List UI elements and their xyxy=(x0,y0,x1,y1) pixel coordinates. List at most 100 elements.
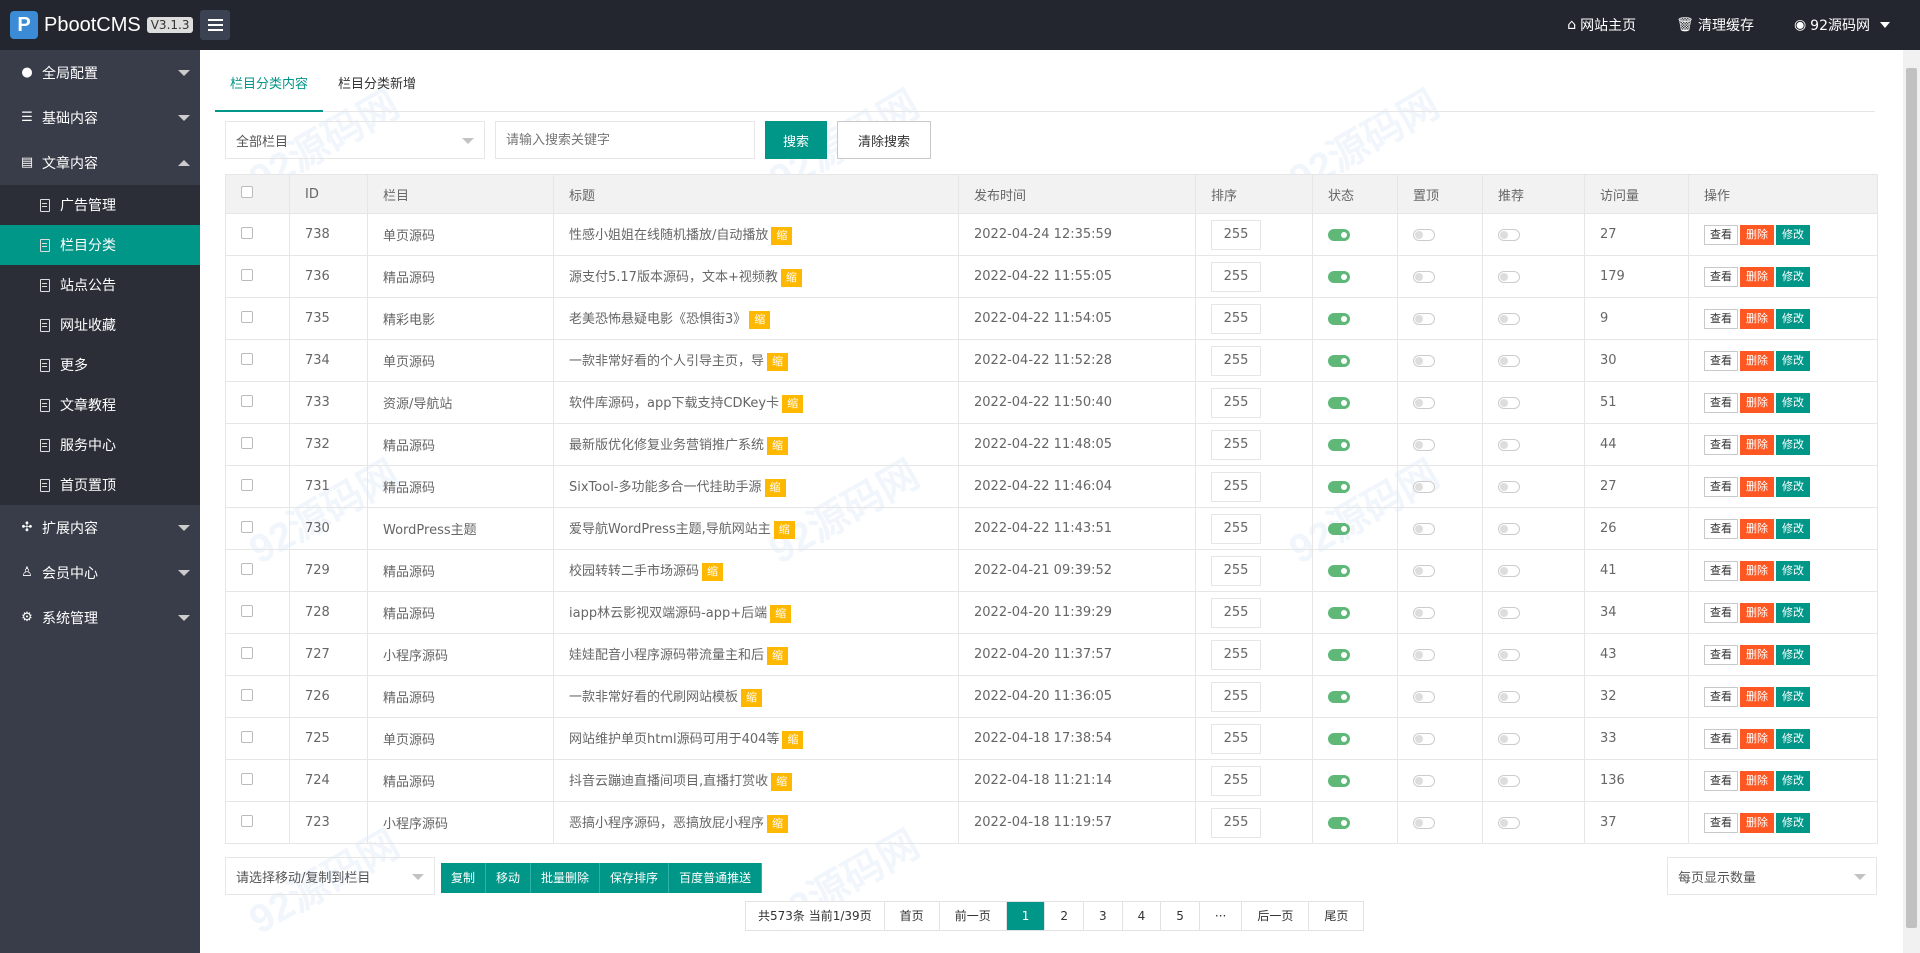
top-toggle[interactable] xyxy=(1413,564,1435,577)
recommend-toggle[interactable] xyxy=(1498,480,1520,493)
recommend-toggle[interactable] xyxy=(1498,396,1520,409)
baidu-push-button[interactable]: 百度普通推送 xyxy=(669,863,763,893)
recommend-toggle[interactable] xyxy=(1498,606,1520,619)
top-toggle[interactable] xyxy=(1413,396,1435,409)
edit-button[interactable]: 修改 xyxy=(1776,266,1810,287)
page-link-2[interactable]: 2 xyxy=(1045,902,1084,930)
prev-page-link[interactable]: 前一页 xyxy=(939,902,1007,930)
row-checkbox[interactable] xyxy=(225,465,290,508)
edit-button[interactable]: 修改 xyxy=(1776,770,1810,791)
category-select[interactable]: 全部栏目 xyxy=(225,121,485,159)
site-home-link[interactable]: ⌂ 网站主页 xyxy=(1567,15,1636,35)
top-toggle[interactable] xyxy=(1413,816,1435,829)
next-page-link[interactable]: 后一页 xyxy=(1242,902,1310,930)
row-checkbox[interactable] xyxy=(225,381,290,424)
row-checkbox[interactable] xyxy=(225,255,290,298)
recommend-toggle[interactable] xyxy=(1498,522,1520,535)
view-button[interactable]: 查看 xyxy=(1704,560,1738,581)
edit-button[interactable]: 修改 xyxy=(1776,560,1810,581)
recommend-toggle[interactable] xyxy=(1498,270,1520,283)
sort-input[interactable] xyxy=(1211,639,1261,670)
edit-button[interactable]: 修改 xyxy=(1776,728,1810,749)
edit-button[interactable]: 修改 xyxy=(1776,812,1810,833)
row-checkbox[interactable] xyxy=(225,759,290,802)
view-button[interactable]: 查看 xyxy=(1704,602,1738,623)
sidebar-group-global-config[interactable]: ● 全局配置 xyxy=(0,50,200,95)
menu-toggle-button[interactable] xyxy=(200,10,230,40)
row-checkbox[interactable] xyxy=(225,507,290,550)
view-button[interactable]: 查看 xyxy=(1704,812,1738,833)
sidebar-item-ads[interactable]: 广告管理 xyxy=(0,185,200,225)
sidebar-group-extended-content[interactable]: ✣ 扩展内容 xyxy=(0,505,200,550)
edit-button[interactable]: 修改 xyxy=(1776,224,1810,245)
tab-category-add[interactable]: 栏目分类新增 xyxy=(323,70,431,112)
sidebar-item-bookmarks[interactable]: 网址收藏 xyxy=(0,305,200,345)
sort-input[interactable] xyxy=(1211,261,1261,292)
row-checkbox[interactable] xyxy=(225,423,290,466)
recommend-toggle[interactable] xyxy=(1498,816,1520,829)
row-checkbox[interactable] xyxy=(225,801,290,844)
edit-button[interactable]: 修改 xyxy=(1776,308,1810,329)
status-toggle[interactable] xyxy=(1328,648,1350,661)
top-toggle[interactable] xyxy=(1413,312,1435,325)
logo[interactable]: P PbootCMS V3.1.3 xyxy=(10,10,194,40)
top-toggle[interactable] xyxy=(1413,480,1435,493)
row-checkbox[interactable] xyxy=(225,297,290,340)
status-toggle[interactable] xyxy=(1328,438,1350,451)
delete-button[interactable]: 删除 xyxy=(1740,518,1774,539)
recommend-toggle[interactable] xyxy=(1498,228,1520,241)
status-toggle[interactable] xyxy=(1328,228,1350,241)
row-checkbox[interactable] xyxy=(225,717,290,760)
user-menu[interactable]: ◉ 92源码网 xyxy=(1794,15,1890,35)
edit-button[interactable]: 修改 xyxy=(1776,350,1810,371)
per-page-select[interactable]: 每页显示数量 xyxy=(1667,857,1877,895)
view-button[interactable]: 查看 xyxy=(1704,308,1738,329)
sidebar-group-article-content[interactable]: ▤ 文章内容 xyxy=(0,140,200,185)
recommend-toggle[interactable] xyxy=(1498,438,1520,451)
sort-input[interactable] xyxy=(1211,219,1261,250)
search-button[interactable]: 搜索 xyxy=(765,121,827,159)
status-toggle[interactable] xyxy=(1328,690,1350,703)
scrollbar-thumb[interactable] xyxy=(1906,68,1917,928)
delete-button[interactable]: 删除 xyxy=(1740,224,1774,245)
top-toggle[interactable] xyxy=(1413,732,1435,745)
recommend-toggle[interactable] xyxy=(1498,312,1520,325)
status-toggle[interactable] xyxy=(1328,606,1350,619)
recommend-toggle[interactable] xyxy=(1498,732,1520,745)
view-button[interactable]: 查看 xyxy=(1704,224,1738,245)
scrollbar[interactable] xyxy=(1903,50,1920,953)
delete-button[interactable]: 删除 xyxy=(1740,728,1774,749)
top-toggle[interactable] xyxy=(1413,270,1435,283)
delete-button[interactable]: 删除 xyxy=(1740,812,1774,833)
sidebar-group-system[interactable]: ⚙ 系统管理 xyxy=(0,595,200,640)
view-button[interactable]: 查看 xyxy=(1704,728,1738,749)
status-toggle[interactable] xyxy=(1328,774,1350,787)
status-toggle[interactable] xyxy=(1328,354,1350,367)
row-checkbox[interactable] xyxy=(225,633,290,676)
view-button[interactable]: 查看 xyxy=(1704,686,1738,707)
save-sort-button[interactable]: 保存排序 xyxy=(600,863,670,893)
view-button[interactable]: 查看 xyxy=(1704,644,1738,665)
status-toggle[interactable] xyxy=(1328,816,1350,829)
recommend-toggle[interactable] xyxy=(1498,774,1520,787)
top-toggle[interactable] xyxy=(1413,354,1435,367)
status-toggle[interactable] xyxy=(1328,480,1350,493)
top-toggle[interactable] xyxy=(1413,690,1435,703)
clear-cache-link[interactable]: 🗑 清理缓存 xyxy=(1676,15,1754,35)
status-toggle[interactable] xyxy=(1328,522,1350,535)
delete-button[interactable]: 删除 xyxy=(1740,602,1774,623)
status-toggle[interactable] xyxy=(1328,312,1350,325)
delete-button[interactable]: 删除 xyxy=(1740,434,1774,455)
edit-button[interactable]: 修改 xyxy=(1776,434,1810,455)
delete-button[interactable]: 删除 xyxy=(1740,644,1774,665)
recommend-toggle[interactable] xyxy=(1498,690,1520,703)
row-checkbox[interactable] xyxy=(225,339,290,382)
view-button[interactable]: 查看 xyxy=(1704,518,1738,539)
sort-input[interactable] xyxy=(1211,429,1261,460)
first-page-link[interactable]: 首页 xyxy=(884,902,940,930)
view-button[interactable]: 查看 xyxy=(1704,350,1738,371)
move-button[interactable]: 移动 xyxy=(486,863,532,893)
recommend-toggle[interactable] xyxy=(1498,648,1520,661)
sort-input[interactable] xyxy=(1211,765,1261,796)
delete-button[interactable]: 删除 xyxy=(1740,266,1774,287)
